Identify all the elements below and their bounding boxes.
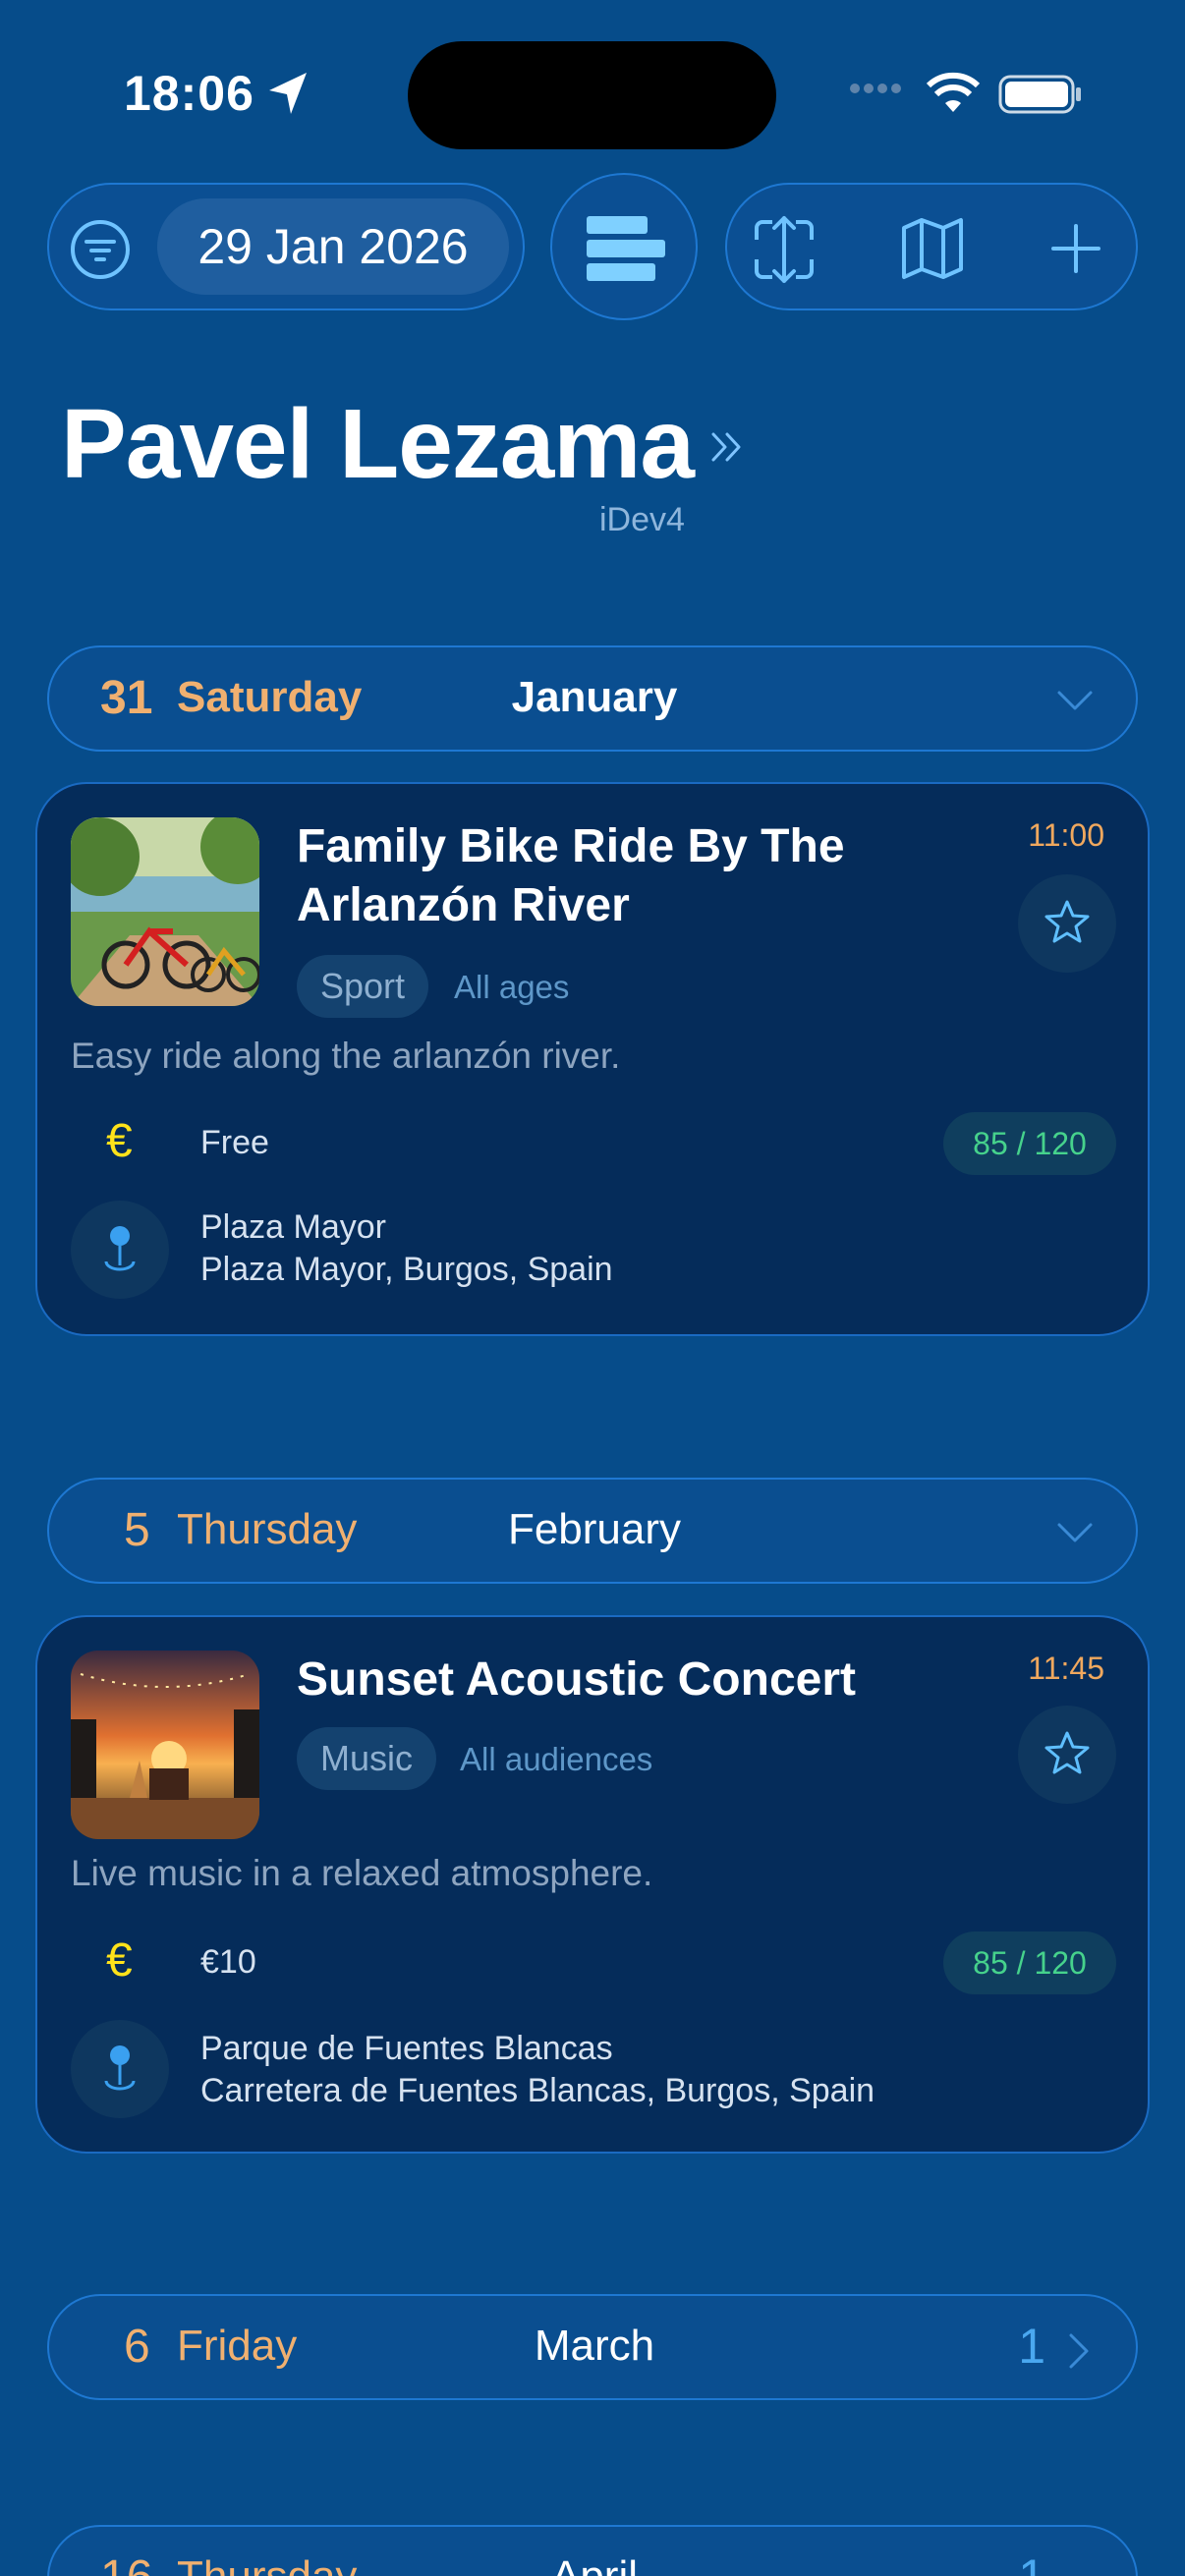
capacity-badge: 85 / 120 (943, 1112, 1116, 1175)
status-time: 18:06 (124, 66, 254, 121)
capacity-badge: 85 / 120 (943, 1932, 1116, 1994)
event-thumbnail (71, 817, 259, 1006)
day-month: April (447, 2552, 742, 2576)
day-header[interactable]: 16 Thursday April 1 (47, 2525, 1138, 2576)
euro-icon: € (106, 1115, 133, 1167)
location-pin-icon (104, 2045, 136, 2091)
cellular-signal-icon (849, 77, 908, 96)
star-icon (1044, 900, 1090, 943)
audience-label: All ages (454, 969, 570, 1005)
event-count: 1 (1018, 2548, 1045, 2576)
chevron-right-icon (1069, 2333, 1089, 2369)
day-month: January (511, 673, 678, 721)
venue-name: Parque de Fuentes Blancas (200, 2030, 613, 2067)
battery-icon (998, 75, 1081, 114)
day-weekday: Saturday (177, 673, 363, 721)
page-title[interactable]: Pavel Lezama (61, 388, 695, 501)
day-number: 5 (124, 1504, 150, 1556)
wifi-icon (926, 72, 981, 112)
favorite-button[interactable] (1018, 874, 1116, 973)
event-time: 11:00 (1028, 817, 1104, 853)
venue-address: Plaza Mayor, Burgos, Spain (200, 1251, 613, 1288)
event-price: €10 (200, 1943, 256, 1981)
event-description: Easy ride along the arlanzón river. (71, 1036, 621, 1076)
day-number: 31 (100, 672, 153, 724)
location-pin-icon (104, 1226, 136, 1271)
event-price: Free (200, 1124, 269, 1161)
event-card[interactable]: Sunset Acoustic Concert 11:45 Music All … (35, 1615, 1150, 2154)
event-count: 1 (1018, 2319, 1045, 2374)
location-button[interactable] (71, 2020, 169, 2118)
event-title: Sunset Acoustic Concert (297, 1653, 856, 1706)
timeline-view-button[interactable] (550, 173, 698, 320)
date-picker-button[interactable]: 29 Jan 2026 (157, 198, 509, 295)
favorite-button[interactable] (1018, 1706, 1116, 1804)
day-header[interactable]: 5 Thursday February (47, 1478, 1138, 1584)
day-header[interactable]: 31 Saturday January (47, 645, 1138, 752)
day-month: March (534, 2322, 655, 2370)
day-weekday: Thursday (177, 2552, 357, 2576)
filter-icon[interactable] (69, 218, 132, 281)
chevron-down-icon (1057, 691, 1093, 710)
event-card[interactable]: Family Bike Ride By The Arlanzón River 1… (35, 782, 1150, 1336)
page-subtitle: iDev4 (599, 501, 685, 538)
location-button[interactable] (71, 1201, 169, 1299)
category-tag: Music (297, 1727, 437, 1790)
map-icon[interactable] (900, 216, 965, 281)
day-weekday: Friday (177, 2322, 298, 2370)
day-weekday: Thursday (177, 1505, 358, 1553)
venue-name: Plaza Mayor (200, 1208, 386, 1246)
event-title: Family Bike Ride By The Arlanzón River (297, 820, 845, 931)
day-month: February (507, 1505, 682, 1553)
euro-icon: € (106, 1934, 133, 1987)
dynamic-island (408, 41, 776, 149)
day-header[interactable]: 6 Friday March 1 (47, 2294, 1138, 2400)
view-actions-group (725, 183, 1138, 310)
day-number: 16 (100, 2550, 152, 2576)
category-tag: Sport (297, 955, 429, 1018)
date-filter-group: 29 Jan 2026 (47, 183, 525, 310)
venue-address: Carretera de Fuentes Blancas, Burgos, Sp… (200, 2072, 875, 2109)
audience-label: All audiences (460, 1741, 653, 1777)
chevron-down-icon (1057, 1523, 1093, 1542)
timeline-icon (587, 216, 665, 281)
event-description: Live music in a relaxed atmosphere. (71, 1853, 653, 1893)
star-icon (1044, 1731, 1090, 1774)
event-time: 11:45 (1028, 1651, 1104, 1686)
resize-icon[interactable] (749, 214, 819, 285)
location-arrow-icon (269, 73, 307, 114)
day-number: 6 (124, 2321, 150, 2373)
event-thumbnail (71, 1651, 259, 1839)
chevron-double-right-icon[interactable] (707, 428, 747, 466)
plus-icon[interactable] (1049, 222, 1102, 275)
